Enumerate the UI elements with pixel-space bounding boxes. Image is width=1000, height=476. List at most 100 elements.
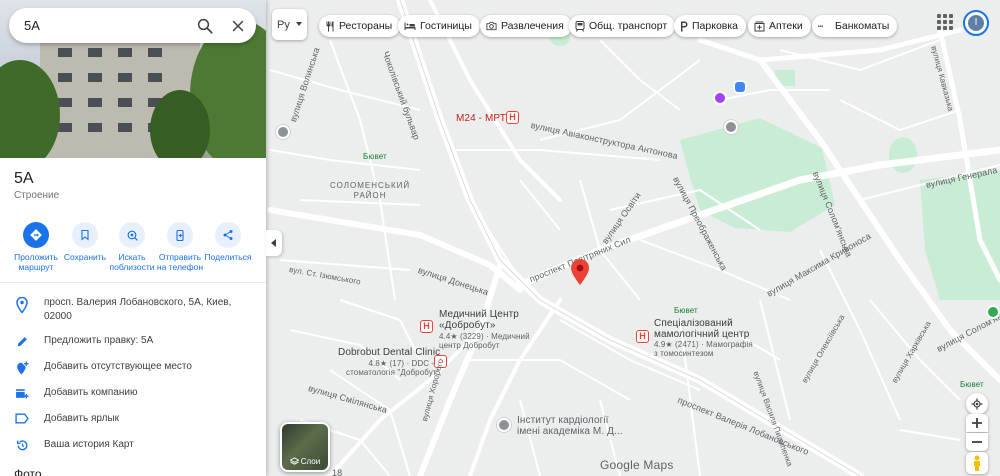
- poi-label-mammology[interactable]: Спеціалізований мамологічний центр: [654, 318, 749, 340]
- poi-sub-dobrobut: 4.4★ (3229) · Медичний центр Добробут: [439, 332, 530, 350]
- religious-icon[interactable]: [713, 91, 727, 105]
- add-business-icon: [16, 389, 29, 399]
- hospital-icon[interactable]: H: [420, 320, 433, 333]
- avatar-letter: I: [968, 15, 984, 31]
- chip-atms[interactable]: ••• Банкоматы: [812, 15, 898, 37]
- plus-icon: [972, 418, 982, 428]
- chip-pharmacies[interactable]: Аптеки: [748, 15, 811, 37]
- minus-icon: [972, 441, 982, 443]
- chip-entertainment[interactable]: Развлечения: [480, 15, 572, 37]
- add-business-row[interactable]: Добавить компанию: [0, 386, 266, 400]
- camera-icon: [486, 21, 497, 31]
- language-select[interactable]: Ру: [272, 9, 307, 40]
- search-input[interactable]: [24, 18, 184, 33]
- history-row[interactable]: Ваша история Карт: [0, 438, 266, 452]
- my-location-icon: [971, 398, 983, 410]
- action-bar: Проложить маршрут Сохранить Искать побли…: [0, 220, 266, 278]
- shopping-icon[interactable]: [733, 80, 747, 94]
- poi-sub-dental: 4.8★ (17) · DDC — стоматологія "Добробут…: [346, 359, 440, 377]
- chip-label: Рестораны: [339, 20, 393, 32]
- pegman-icon: [974, 455, 980, 471]
- chip-parking[interactable]: Парковка: [674, 15, 747, 37]
- add-label-text: Добавить ярлык: [44, 413, 120, 424]
- add-label-row[interactable]: Добавить ярлык: [0, 412, 266, 426]
- action-label: Поделиться: [204, 252, 252, 262]
- directions-icon: [30, 229, 42, 241]
- place-title: 5А: [14, 170, 34, 187]
- add-place-text: Добавить отсутствующее место: [44, 361, 192, 372]
- place-type: Строение: [14, 190, 60, 201]
- my-location-button[interactable]: [966, 393, 988, 415]
- action-label: Искать поблизости: [109, 252, 155, 272]
- location-icon: [16, 297, 28, 313]
- close-icon[interactable]: [229, 17, 247, 35]
- poi-label-cardiology[interactable]: Інститут кардіології імені академіка М. …: [517, 415, 623, 437]
- history-icon: [16, 440, 27, 451]
- bookmark-icon: [81, 229, 89, 241]
- poi-sub-mammology: 4.9★ (2471) · Мамографія з томосинтезом: [654, 340, 753, 358]
- share-icon: [223, 230, 233, 240]
- house-number: 18: [332, 468, 343, 476]
- zoom-in-button[interactable]: [966, 414, 988, 432]
- place-panel: 5А Строение Проложить маршрут Сохранить: [0, 0, 266, 476]
- chip-hotels[interactable]: Гостиницы: [398, 15, 480, 37]
- address-row[interactable]: просп. Валерия Лобановского, 5А, Киев, 0…: [0, 296, 266, 324]
- suggest-edit-text: Предложить правку: 5А: [44, 335, 154, 346]
- institute-icon[interactable]: [497, 418, 511, 432]
- poi-label-dobrobut[interactable]: Медичний Центр «Добробут»: [439, 309, 519, 331]
- nearby-icon: [127, 230, 138, 241]
- layers-label: Слои: [300, 457, 321, 466]
- chip-label: Развлечения: [501, 20, 564, 32]
- chip-label: Аптеки: [769, 20, 803, 32]
- google-maps-logo: Google Maps: [600, 458, 674, 472]
- add-location-icon: [16, 361, 28, 375]
- layers-button[interactable]: Слои: [280, 422, 330, 472]
- chip-label: Гостиницы: [420, 20, 472, 32]
- label-icon: [15, 413, 29, 424]
- share-button[interactable]: Поделиться: [202, 220, 254, 262]
- chip-label: Общ. транспорт: [589, 20, 668, 32]
- hospital-icon[interactable]: H: [506, 111, 519, 124]
- chip-transit[interactable]: Общ. транспорт: [569, 15, 676, 37]
- place-icon[interactable]: [276, 125, 290, 139]
- action-label: Сохранить: [63, 252, 107, 262]
- street-view-pegman[interactable]: [966, 452, 988, 474]
- svg-text:•••: •••: [818, 24, 824, 30]
- photos-heading: Фото: [14, 467, 42, 476]
- add-place-row[interactable]: Добавить отсутствующее место: [0, 360, 266, 375]
- poi-label: Бювет: [674, 306, 698, 315]
- location-pin-icon[interactable]: [571, 259, 589, 285]
- poi-label: Бювет: [363, 152, 387, 161]
- pharmacy-icon: [754, 21, 765, 31]
- action-label: Отправить на телефон: [156, 252, 204, 272]
- search-box[interactable]: [9, 8, 256, 43]
- parking-icon: [681, 21, 688, 31]
- hotel-icon: [404, 22, 416, 30]
- account-avatar[interactable]: I: [963, 10, 989, 36]
- directions-button[interactable]: Проложить маршрут: [10, 220, 62, 272]
- apps-grid-icon[interactable]: [937, 14, 953, 30]
- send-to-phone-button[interactable]: Отправить на телефон: [154, 220, 206, 272]
- zoom-out-button[interactable]: [966, 433, 988, 451]
- action-label: Проложить маршрут: [14, 252, 58, 272]
- park-icon[interactable]: [986, 305, 1000, 319]
- suggest-edit-row[interactable]: Предложить правку: 5А: [0, 334, 266, 348]
- history-text: Ваша история Карт: [44, 439, 134, 450]
- hospital-icon[interactable]: H: [636, 330, 649, 343]
- transit-icon: [575, 20, 585, 32]
- phone-icon: [176, 229, 184, 241]
- save-button[interactable]: Сохранить: [59, 220, 111, 262]
- chevron-left-icon: [271, 239, 276, 247]
- address-text: просп. Валерия Лобановского, 5А, Киев, 0…: [44, 297, 232, 322]
- poi-label-m24[interactable]: М24 - МРТ: [456, 113, 506, 124]
- restaurant-icon: [326, 21, 334, 31]
- collapse-panel-button[interactable]: [266, 230, 282, 256]
- poi-label-dental[interactable]: Dobrobut Dental Clinic: [338, 347, 440, 358]
- chip-restaurants[interactable]: Рестораны: [319, 15, 401, 37]
- atm-icon: •••: [818, 24, 824, 30]
- nearby-button[interactable]: Искать поблизости: [106, 220, 158, 272]
- monument-icon[interactable]: [724, 120, 738, 134]
- language-value: Ру: [277, 18, 290, 31]
- search-icon[interactable]: [196, 17, 214, 35]
- add-business-text: Добавить компанию: [44, 387, 138, 398]
